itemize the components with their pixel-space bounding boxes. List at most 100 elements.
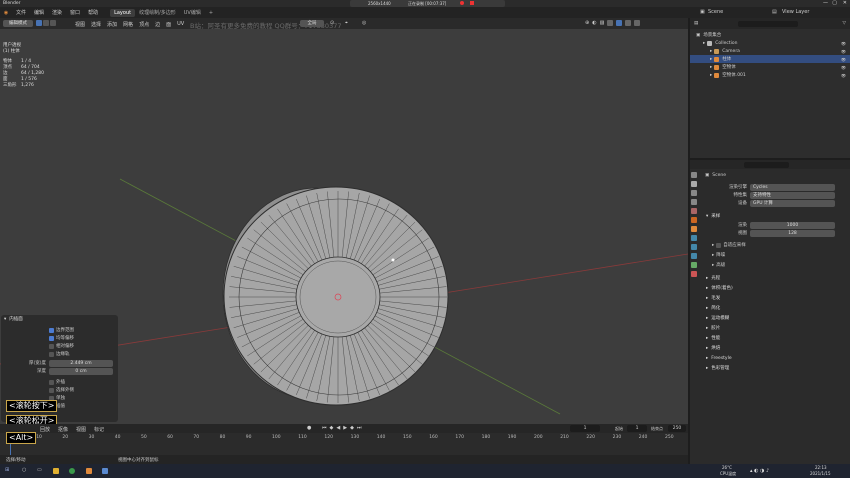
material-shading-icon[interactable] (625, 20, 632, 26)
next-key-icon[interactable]: ◆ (350, 425, 354, 431)
property-section-header[interactable]: ▸ 运动模糊 (702, 313, 850, 323)
scene-name[interactable]: Scene (708, 9, 723, 15)
menu-edit[interactable]: 编辑 (30, 9, 48, 16)
workspace-tab-uv[interactable]: UV编辑 (180, 8, 205, 17)
current-frame-field[interactable]: 1 (570, 425, 600, 432)
menu-vertex[interactable]: 顶点 (139, 21, 149, 28)
render-tab-icon[interactable] (691, 181, 697, 187)
object-tab-icon[interactable] (691, 226, 697, 232)
jump-start-icon[interactable]: ⏮ (322, 425, 327, 431)
file-explorer-icon[interactable] (53, 468, 59, 474)
visibility-eye-icon[interactable]: 👁 (841, 49, 846, 54)
viewport-samples-field[interactable]: 128 (750, 229, 835, 237)
sampling-section-header[interactable]: ▾ 采样 (702, 211, 850, 221)
properties-search-input[interactable] (744, 161, 789, 168)
thickness-field[interactable]: 2.449 cm (49, 359, 113, 367)
filter-icon[interactable]: ▽ (843, 21, 846, 26)
blender-taskbar-icon[interactable] (86, 468, 92, 474)
physics-tab-icon[interactable] (691, 253, 697, 259)
workspace-tab-texture-paint[interactable]: 纹理绘制/多边形 (135, 8, 180, 17)
outliner-item[interactable]: ▸ 空物体.001 👁 (690, 71, 850, 79)
rendered-shading-icon[interactable] (634, 20, 641, 26)
device-dropdown[interactable]: GPU 计算 (750, 199, 835, 207)
property-section-header[interactable]: ▸ 光程 (702, 273, 850, 283)
3d-viewport[interactable]: 用户透视 (1) 柱体 物体 1 / 4 顶点 64 / 704 边 64 / 1,2… (0, 29, 688, 424)
timeline[interactable]: 0102030405060708090100110120130140150160… (0, 433, 688, 455)
search-icon[interactable]: ○ (22, 467, 26, 473)
view-layer-tab-icon[interactable] (691, 199, 697, 205)
browser-icon[interactable] (69, 468, 75, 474)
solid-shading-icon[interactable] (616, 20, 623, 26)
start-menu-icon[interactable]: ⊞ (5, 467, 9, 473)
add-workspace-button[interactable]: + (205, 9, 217, 17)
collapse-icon[interactable]: ▾ (4, 317, 6, 322)
outliner-item[interactable]: ▸ Camera 👁 (690, 47, 850, 55)
prev-key-icon[interactable]: ◆ (330, 425, 334, 431)
snap-icon[interactable]: ⌖ (345, 20, 348, 26)
expand-icon[interactable]: ▸ (710, 49, 712, 54)
menu-add[interactable]: 添加 (107, 21, 117, 28)
vertex-select-icon[interactable] (36, 20, 42, 26)
visibility-eye-icon[interactable]: 👁 (841, 73, 846, 78)
app-taskbar-icon[interactable] (102, 468, 108, 474)
outliner-display-icon[interactable]: ▤ (694, 21, 698, 26)
menu-window[interactable]: 窗口 (66, 9, 84, 16)
outliner-search-input[interactable] (738, 20, 799, 27)
play-icon[interactable]: ▶ (343, 425, 347, 431)
blender-logo-icon[interactable]: ◉ (0, 10, 12, 16)
depth-field[interactable]: 0 cm (49, 367, 113, 375)
property-section-header[interactable]: ▸ 色彩管理 (702, 363, 850, 373)
pivot-icon[interactable]: ⊙ (330, 20, 334, 26)
outliner-item[interactable]: ▸ 柱体 👁 (690, 55, 850, 63)
gizmo-icon[interactable]: ⊕ (585, 20, 589, 26)
timeline-menu-marker[interactable]: 标记 (94, 426, 104, 433)
task-view-icon[interactable]: ▭ (37, 467, 42, 473)
outliner[interactable]: ▤ ▽ ▣ 场景集合 ▸ Collection 👁 ▸ Camera 👁 ▸ 柱体 👁 ▸ 空物体 👁 ▸… (690, 18, 850, 158)
outliner-item[interactable]: ▸ 空物体 👁 (690, 63, 850, 71)
particles-tab-icon[interactable] (691, 244, 697, 250)
play-reverse-icon[interactable]: ◀ (336, 425, 340, 431)
timeline-menu-playback[interactable]: 回放 (40, 426, 50, 433)
stop-icon[interactable] (470, 1, 474, 5)
data-tab-icon[interactable] (691, 262, 697, 268)
property-section-header[interactable]: ▸ 简化 (702, 303, 850, 313)
mode-selector[interactable]: 编辑模式 (3, 20, 33, 27)
tray-icons[interactable]: ▴ ◐ ◑ ♪ (750, 468, 769, 474)
checkbox-icon[interactable] (49, 379, 54, 385)
expand-icon[interactable]: ▸ (710, 73, 712, 78)
feature-set-dropdown[interactable]: 支持特性 (750, 191, 835, 199)
menu-render[interactable]: 渲染 (48, 9, 66, 16)
checkbox-icon[interactable] (49, 335, 54, 341)
start-frame-field[interactable]: 1 (627, 425, 647, 432)
menu-uv[interactable]: UV (177, 21, 184, 28)
checkbox-icon[interactable] (49, 387, 54, 393)
properties-editor[interactable]: ▣ Scene 渲染引擎 Cycles 特性集 支持特性 设备 GPU 计算 ▾ 采样 渲… (690, 160, 850, 464)
workspace-tab-layout[interactable]: Layout (110, 8, 136, 17)
expand-icon[interactable]: ▸ (710, 65, 712, 70)
subsection-label[interactable]: 高级 (716, 262, 725, 268)
wireframe-shading-icon[interactable] (607, 20, 614, 26)
expand-icon[interactable]: ▸ (703, 41, 705, 46)
menu-help[interactable]: 帮助 (84, 9, 102, 16)
material-tab-icon[interactable] (691, 271, 697, 277)
outliner-item[interactable]: ▸ Collection 👁 (690, 39, 850, 47)
subsection-label[interactable]: 自适应采样 (723, 242, 746, 248)
checkbox-icon[interactable] (49, 343, 54, 349)
menu-mesh[interactable]: 网格 (123, 21, 133, 28)
clock-date[interactable]: 2021/1/15 (810, 471, 831, 476)
visibility-eye-icon[interactable]: 👁 (841, 41, 846, 46)
record-keyframe-icon[interactable]: ● (307, 425, 311, 431)
checkbox-icon[interactable] (716, 242, 722, 248)
output-tab-icon[interactable] (691, 190, 697, 196)
overlay-icon[interactable]: ◐ (592, 20, 596, 26)
maximize-icon[interactable]: ▢ (832, 0, 837, 6)
menu-face[interactable]: 面 (166, 21, 171, 28)
view-layer-name[interactable]: View Layer (782, 9, 809, 15)
visibility-eye-icon[interactable]: 👁 (841, 57, 846, 62)
world-tab-icon[interactable] (691, 217, 697, 223)
timeline-menu-keying[interactable]: 抠像 (58, 426, 68, 433)
edge-select-icon[interactable] (43, 20, 49, 26)
checkbox-icon[interactable] (49, 327, 54, 333)
face-select-icon[interactable] (50, 20, 56, 26)
expand-icon[interactable]: ▸ (710, 57, 712, 62)
